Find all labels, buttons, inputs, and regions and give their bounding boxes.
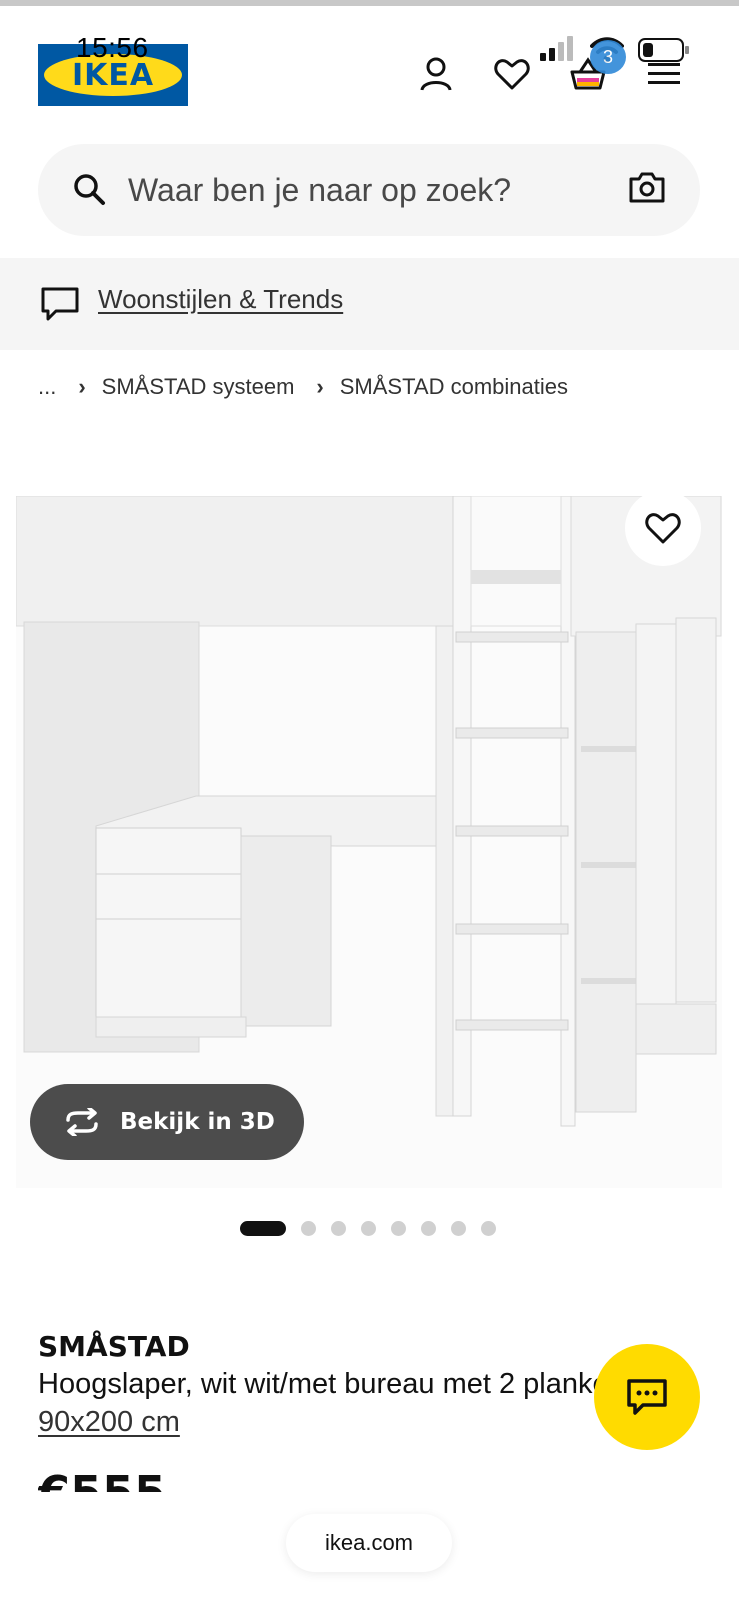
search-icon <box>72 172 106 211</box>
breadcrumb: ... › SMÅSTAD systeem › SMÅSTAD combinat… <box>38 374 568 400</box>
trends-link[interactable]: Woonstijlen & Trends <box>98 284 343 315</box>
product-name: SMÅSTAD <box>38 1330 190 1363</box>
carousel-dot[interactable] <box>481 1220 496 1236</box>
chevron-right-icon: › <box>316 374 324 399</box>
heart-icon[interactable] <box>490 52 534 96</box>
camera-icon[interactable] <box>628 170 666 209</box>
carousel-dot[interactable] <box>421 1220 436 1236</box>
browser-domain: ikea.com <box>324 1530 414 1555</box>
breadcrumb-item-systeem[interactable]: SMÅSTAD systeem <box>102 374 295 400</box>
product-price: €555 <box>38 1470 238 1492</box>
signal-icon <box>540 36 573 61</box>
user-icon[interactable] <box>414 52 458 96</box>
battery-icon <box>638 38 690 67</box>
carousel-dot[interactable] <box>240 1220 286 1236</box>
notification-badge: 3 <box>590 40 626 74</box>
chevron-right-icon: › <box>78 374 86 399</box>
browser-progress-line <box>0 0 739 6</box>
rotate-icon <box>62 1108 102 1136</box>
search-input[interactable]: Waar ben je naar op zoek? <box>128 172 511 209</box>
carousel-dot[interactable] <box>451 1220 466 1236</box>
view-3d-button[interactable]: Bekijk in 3D <box>30 1084 304 1160</box>
speech-bubble-icon <box>40 286 80 327</box>
product-description: Hoogslaper, wit wit/met bureau met 2 pla… <box>38 1368 598 1400</box>
heart-icon <box>645 513 681 544</box>
favourite-button[interactable] <box>625 490 701 566</box>
chat-icon <box>627 1379 667 1415</box>
trends-banner[interactable]: Woonstijlen & Trends <box>0 258 739 350</box>
carousel-dot[interactable] <box>361 1220 376 1236</box>
status-icons <box>540 34 576 64</box>
browser-address-pill[interactable]: ikea.com <box>286 1514 452 1572</box>
search-bar[interactable]: Waar ben je naar op zoek? <box>38 144 700 236</box>
carousel-dot[interactable] <box>301 1220 316 1236</box>
product-size-link[interactable]: 90x200 cm <box>38 1406 180 1439</box>
view-3d-label: Bekijk in 3D <box>120 1109 275 1135</box>
carousel-dot[interactable] <box>391 1220 406 1236</box>
status-time: 15:56 <box>76 32 149 63</box>
breadcrumb-ellipsis[interactable]: ... <box>38 374 56 400</box>
notification-count: 3 <box>602 46 613 67</box>
breadcrumb-item-combinaties[interactable]: SMÅSTAD combinaties <box>340 374 568 400</box>
carousel-dots <box>240 1220 511 1236</box>
carousel-dot[interactable] <box>331 1220 346 1236</box>
chat-button[interactable] <box>594 1344 700 1450</box>
